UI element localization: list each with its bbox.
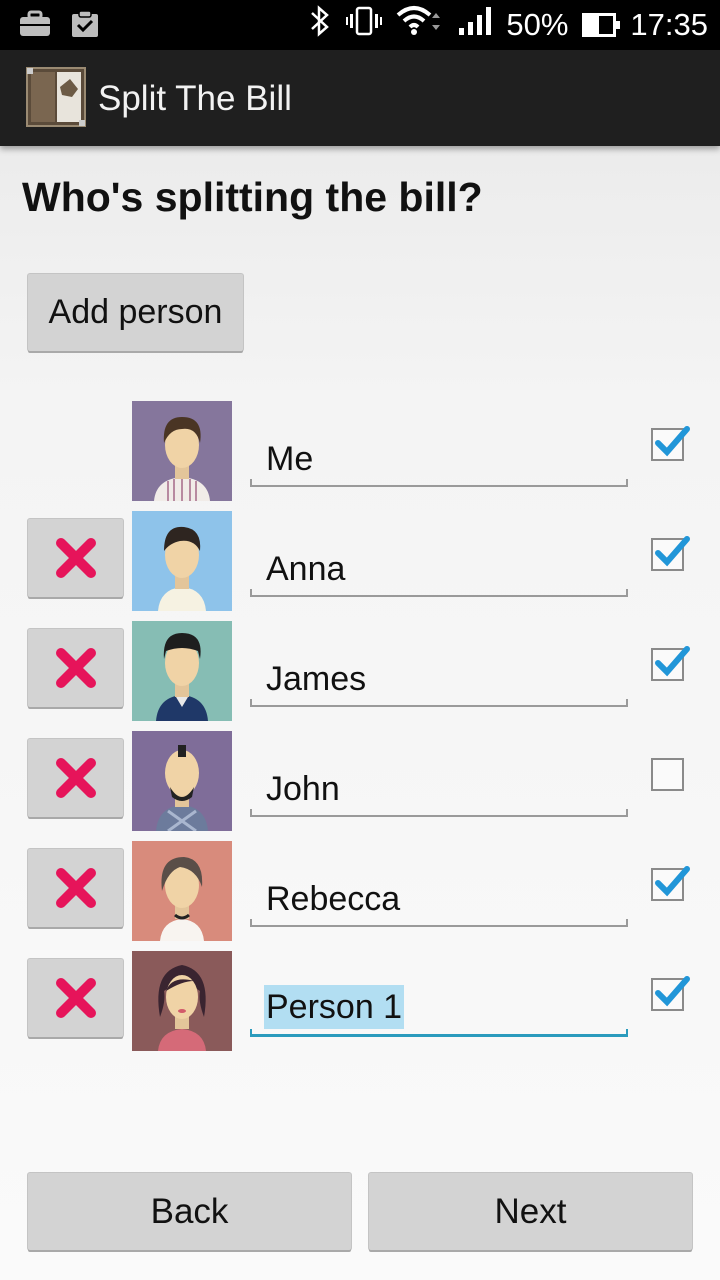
delete-person-button[interactable] <box>28 519 123 597</box>
name-text: Rebecca <box>266 880 401 918</box>
app-title: Split The Bill <box>98 79 292 118</box>
person-row: Person 1 <box>0 951 720 1051</box>
next-button[interactable]: Next <box>369 1173 692 1250</box>
name-field[interactable]: John <box>250 759 628 817</box>
person-row: Anna <box>0 511 720 611</box>
name-field[interactable]: James <box>250 649 628 707</box>
avatar[interactable] <box>132 951 232 1051</box>
delete-person-button[interactable] <box>28 629 123 707</box>
avatar[interactable] <box>132 841 232 941</box>
person-row: John <box>0 731 720 831</box>
vibrate-icon <box>346 6 383 44</box>
close-icon <box>55 538 96 578</box>
page-title: Who's splitting the bill? <box>22 174 483 220</box>
person-row: Rebecca <box>0 841 720 941</box>
include-checkbox[interactable] <box>650 533 692 575</box>
clipboard-check-icon <box>68 10 102 38</box>
battery-fill <box>585 16 600 34</box>
clock: 17:35 <box>630 7 708 42</box>
briefcase-icon <box>18 10 52 38</box>
bluetooth-icon <box>308 4 332 46</box>
delete-person-button[interactable] <box>28 739 123 817</box>
status-bar: 50% 17:35 <box>0 0 720 50</box>
wifi-icon <box>396 5 444 45</box>
include-checkbox[interactable] <box>650 643 692 685</box>
close-icon <box>55 758 96 798</box>
app-logo-icon[interactable] <box>26 67 86 127</box>
avatar[interactable] <box>132 731 232 831</box>
signal-icon <box>458 6 492 44</box>
name-text: Anna <box>266 550 346 588</box>
include-checkbox[interactable] <box>650 423 692 465</box>
include-checkbox[interactable] <box>650 973 692 1015</box>
name-text: James <box>266 660 367 698</box>
include-checkbox[interactable] <box>650 863 692 905</box>
delete-person-button[interactable] <box>28 959 123 1037</box>
person-row: James <box>0 621 720 721</box>
battery-icon <box>582 13 621 37</box>
delete-person-button[interactable] <box>28 849 123 927</box>
action-bar: Split The Bill <box>0 50 720 146</box>
include-checkbox[interactable] <box>650 753 692 795</box>
avatar[interactable] <box>132 511 232 611</box>
name-text: John <box>266 770 340 808</box>
close-icon <box>55 868 96 908</box>
name-field[interactable]: Me <box>250 429 628 487</box>
name-text-selected: Person 1 <box>264 985 405 1029</box>
close-icon <box>55 978 96 1018</box>
close-icon <box>55 648 96 688</box>
name-field[interactable]: Rebecca <box>250 869 628 927</box>
person-row: Me <box>0 401 720 501</box>
avatar[interactable] <box>132 621 232 721</box>
name-field[interactable]: Anna <box>250 539 628 597</box>
add-person-button[interactable]: Add person <box>28 274 243 351</box>
back-button[interactable]: Back <box>28 1173 351 1250</box>
name-field-focused[interactable]: Person 1 <box>250 979 628 1037</box>
name-text: Me <box>266 440 314 478</box>
battery-percent: 50% <box>506 7 569 42</box>
avatar[interactable] <box>132 401 232 501</box>
